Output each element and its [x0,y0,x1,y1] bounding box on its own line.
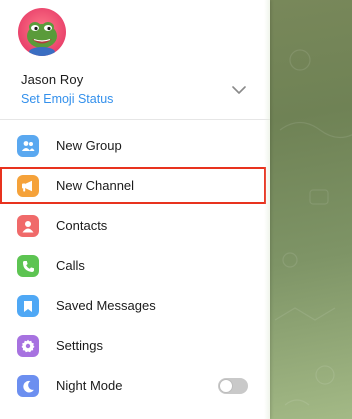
contact-icon [17,215,39,237]
menu-item-calls[interactable]: Calls [0,246,270,286]
user-name: Jason Roy [21,72,84,87]
main-menu: New Group New Channel Contacts Calls Sav… [0,126,270,406]
night-mode-toggle[interactable] [218,378,248,394]
menu-item-label: Settings [56,338,103,353]
phone-icon [17,255,39,277]
menu-item-label: Night Mode [56,378,123,393]
menu-item-saved-messages[interactable]: Saved Messages [0,286,270,326]
menu-item-settings[interactable]: Settings [0,326,270,366]
menu-item-label: New Group [56,138,122,153]
chevron-down-icon [232,86,246,94]
bookmark-icon [17,295,39,317]
megaphone-icon [17,175,39,197]
menu-item-label: Saved Messages [56,298,156,313]
menu-item-new-channel[interactable]: New Channel [0,166,270,206]
side-menu-panel: Jason Roy Set Emoji Status New Group New… [0,0,270,419]
set-emoji-status-link[interactable]: Set Emoji Status [21,92,113,106]
gear-icon [17,335,39,357]
menu-item-label: Calls [56,258,85,273]
divider [0,119,270,120]
menu-item-label: New Channel [56,178,135,193]
menu-item-label: Contacts [56,218,108,233]
menu-item-night-mode[interactable]: Night Mode [0,366,270,406]
menu-item-contacts[interactable]: Contacts [0,206,270,246]
group-icon [17,135,39,157]
account-expand-button[interactable] [229,80,249,100]
menu-item-new-group[interactable]: New Group [0,126,270,166]
background-pattern [274,49,352,406]
avatar[interactable] [18,8,66,56]
toggle-knob [219,379,233,393]
pepe-frog-avatar-icon [27,22,57,56]
panel-edge [264,0,270,419]
moon-icon [17,375,39,397]
